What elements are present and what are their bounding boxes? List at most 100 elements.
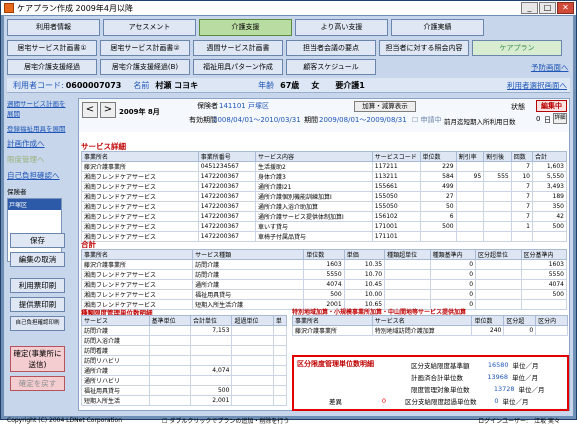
table-row[interactable]: 湘南フレンドケアサービス 1472200367 通所介護個別機能訓練加算I 15505… [81,191,568,202]
table-row[interactable]: 藤沢介護事業所 0451234567 生活援助2 117211 229 7 1,603 [81,161,568,172]
cancel-edit-button[interactable]: 編集の取消 [10,252,65,267]
nav-weekly-expand[interactable]: 週間サービス計画を展開 [7,98,70,118]
table-cell: 訪問介護 [192,269,305,280]
limit-over-unit: 単位／月 [502,398,529,406]
nav-limit-mgmt[interactable]: 限度管理へ [7,154,70,165]
col-header: 単位数 [303,249,345,260]
nav-welfare-expand[interactable]: 登録福祉用具を展開 [7,123,70,133]
user-select-link[interactable]: 利用者選択画面へ [507,80,567,91]
close-button[interactable]: ✕ [557,2,574,14]
table-cell [231,325,274,336]
add-sub-button[interactable]: 加算・減算表示 [354,101,416,112]
table-row[interactable]: 藤沢介護事業所 特別地域訪問介護加算 240 0 [292,325,568,336]
table-row[interactable]: 訪問リハビリ [81,355,288,366]
table-row[interactable]: 福祉用具貸与 500 [81,385,288,396]
table-row[interactable]: 訪問入浴介護 [81,335,288,346]
table-row[interactable]: 通所介護 4,074 [81,365,288,376]
table-header-row: 事業所名 サービス種類 単位数 単価 種類超単位 種類基準内 区分超単位 区分基… [80,249,567,260]
nav-plan-create[interactable]: 計画作成へ [7,138,70,149]
maximize-button[interactable]: □ [539,2,556,14]
next-month-button[interactable]: > [100,102,116,118]
table-row[interactable]: 通所リハビリ [81,375,288,386]
age-label: 年齢 [258,80,275,90]
table-cell: 5550 [303,269,345,280]
tab-care-results[interactable]: 介護実績 [391,19,484,36]
table-cell: 189 [531,191,568,202]
tab-plan-1[interactable]: 居宅サービス計画書① [7,40,97,56]
table-cell [483,201,512,212]
limit-plan-unit: 単位／月 [512,374,538,382]
table-row[interactable]: 湘南フレンドケアサービス 訪問介護 5550 10.70 0 5550 [80,269,567,280]
table-cell: 訪問看護 [81,345,150,356]
table-cell: 通所介護 [192,279,305,290]
tab-inquiry[interactable]: 担当者に対する照会内容 [379,40,469,56]
table-cell [272,385,288,396]
table-row[interactable]: 湘南フレンドケアサービス 1472200367 通所介護I21 155661 499 7 3… [81,181,568,192]
nav-copay-check[interactable]: 自己負担確認へ [7,170,70,181]
table-cell [455,181,485,192]
table-row[interactable]: 湘南フレンドケアサービス 1472200367 身体介護3 113211 584 95 55… [81,171,568,182]
tab-welfare-pattern[interactable]: 福祉用具パターン作成 [193,59,283,75]
bottom-checkbox[interactable]: ☐ ダブルクリックでプランの追加・削除を行う [162,416,289,425]
table-row[interactable]: 湘南フレンドケアサービス 1472200367 車椅子付属品貸与 171101 [81,231,568,242]
tab-user-info[interactable]: 利用者情報 [7,19,100,36]
print-usage-button[interactable]: 利用票印刷 [10,278,65,293]
table-row[interactable]: 訪問看護 [81,345,288,356]
table-cell [272,365,288,376]
col-header: 単位数 [419,151,457,162]
top-tabs: 利用者情報 アセスメント 介護支援 より高い支援 介護実績 [7,19,484,36]
tab-careplan[interactable]: ケアプラン [472,40,562,56]
save-button[interactable]: 保存 [10,233,65,248]
tab-weekly-plan[interactable]: 週間サービス計画書 [193,40,283,56]
insurer-no-label: 保険者 [197,102,218,110]
detail-button[interactable]: 詳細 [553,113,567,124]
table-cell: 生活援助2 [255,161,373,172]
limit-managed-row: 限度管理対象単位数 13728 単位／月 [411,384,545,394]
print-provision-button[interactable]: 提供票印刷 [10,297,65,312]
table-row[interactable]: 短期入所生活 2,001 [81,395,288,406]
table-cell: 27 [419,191,457,202]
table-cell: 短期入所生活介護 [192,299,305,310]
minimize-button[interactable]: _ [521,2,538,14]
prev-month-button[interactable]: < [82,102,98,118]
print-copay-button[interactable]: 自己負担確認印刷 [10,316,65,331]
tab-meeting-points[interactable]: 担当者会議の要点 [286,40,376,56]
tab-care-support[interactable]: 介護支援 [199,19,292,36]
sub-tabs: 居宅サービス計画書① 居宅サービス計画書② 週間サービス計画書 担当者会議の要点… [7,40,562,56]
tab-higher-support[interactable]: より高い支援 [295,19,388,36]
table-cell [475,269,522,280]
tab-customer-schedule[interactable]: 顧客スケジュール [286,59,376,75]
table-row[interactable]: 湘南フレンドケアサービス 通所介護 4074 10.45 0 4074 [80,279,567,290]
prev-days: 0 [536,115,541,123]
table-cell: 155661 [371,181,421,192]
table-cell: 通所リハビリ [81,375,150,386]
col-header: サービス内容 [255,151,373,162]
prevention-screen-link[interactable]: 予防画面へ [531,62,569,73]
tab-plan-2[interactable]: 居宅サービス計画書② [100,40,190,56]
table-cell: 5550 [520,269,567,280]
apply-checkbox[interactable]: ☐ 申請中 [412,115,442,125]
table-cell [231,375,274,386]
table-row[interactable]: 湘南フレンドケアサービス 福祉用具貸与 500 10.00 0 500 [80,289,567,300]
table-row[interactable]: 湘南フレンドケアサービス 1472200367 車いす貸与 171001 500 1 500 [81,221,568,232]
table-cell [455,161,485,172]
table-row[interactable]: 訪問介護 7,153 [81,325,288,336]
table-cell: 0 [429,279,477,290]
table-row[interactable]: 藤沢介護事業所 訪問介護 1603 10.35 0 1603 [80,259,567,270]
table-cell: 500 [190,385,233,396]
revert-confirm-button[interactable]: 確定を戻す [10,376,65,391]
table-cell: 10.35 [343,259,386,270]
table-row[interactable]: 湘南フレンドケアサービス 1472200367 通所介護入浴介助加算 155050 50… [81,201,568,212]
table-cell: 95 [455,171,485,182]
table-row[interactable]: 湘南フレンドケアサービス 1472200367 通所介護サービス提供体制加算I 156… [81,211,568,222]
insurer-selected[interactable]: 戸塚区 [8,199,61,210]
tab-progress-b[interactable]: 居宅介護支援経過(B) [100,59,190,75]
limit-plan-value: 13968 [487,373,508,381]
confirm-send-button[interactable]: 確定(事業所に送信) [10,346,65,372]
table-cell [190,355,233,366]
tab-assessment[interactable]: アセスメント [103,19,196,36]
status-editing-badge[interactable]: 編集中 [536,100,567,112]
special-table: 事業所名 サービス名 単位数 区分超 区分内 藤沢介護事業所 特別地域訪問介護加算… [292,315,568,336]
tab-progress[interactable]: 居宅介護支援経過 [7,59,97,75]
col-header: 基準単位 [148,315,192,326]
